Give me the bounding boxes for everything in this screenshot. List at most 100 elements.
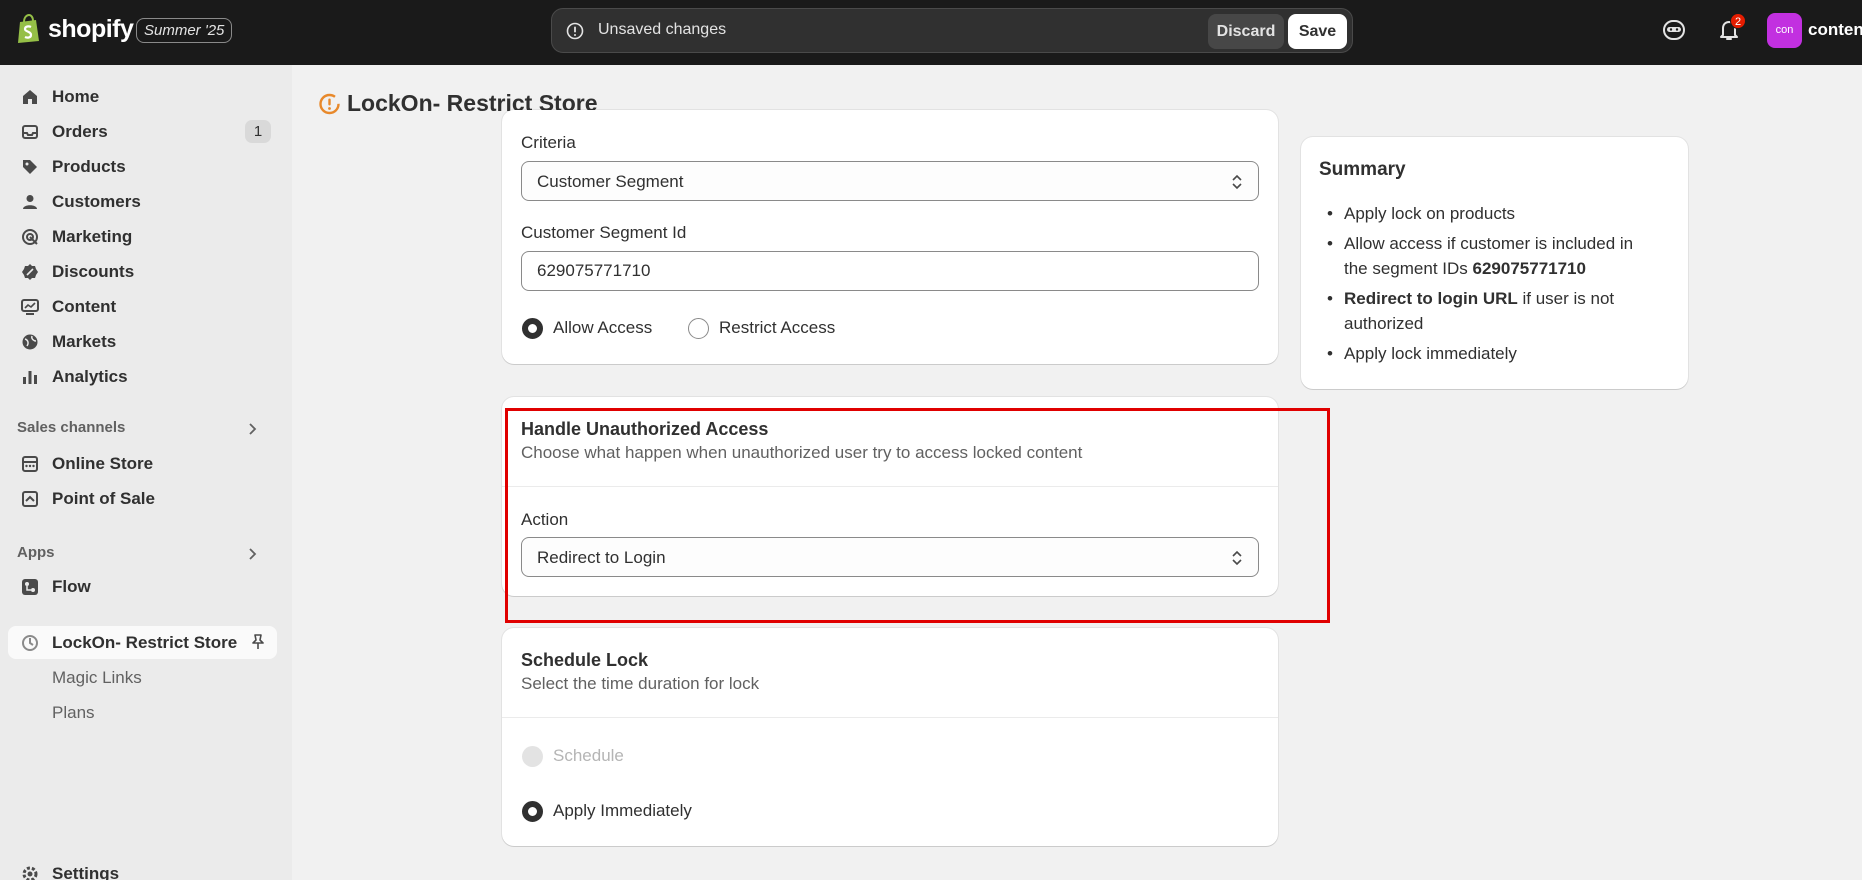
sidebar-item-label: Analytics <box>52 367 128 386</box>
sidebar-item-settings[interactable]: Settings <box>8 857 277 880</box>
tag-icon <box>23 160 37 174</box>
sidebar-item-label: Settings <box>52 864 120 880</box>
select-chevrons-icon <box>1232 174 1242 190</box>
summary-item: Allow access if customer is included in … <box>1319 231 1639 281</box>
sidebar-item-customers[interactable]: Customers <box>8 185 277 218</box>
sidebar-item-discounts[interactable]: Discounts <box>8 255 277 288</box>
criteria-card: Criteria Customer Segment Customer Segme… <box>502 110 1278 364</box>
criteria-label: Criteria <box>521 133 576 152</box>
sidebar-item-label: Point of Sale <box>52 489 155 508</box>
allow-access-radio[interactable] <box>522 318 543 339</box>
chevron-right-icon[interactable] <box>244 421 260 437</box>
summary-item: Apply lock immediately <box>1319 341 1639 366</box>
unauthorized-card-subtitle: Choose what happen when unauthorized use… <box>521 443 1083 462</box>
sidebar: Home Orders 1 Products Customers Marketi… <box>0 65 292 880</box>
notification-badge: 2 <box>1730 13 1746 29</box>
sidebar-item-label: Discounts <box>52 262 135 281</box>
schedule-card-title: Schedule Lock <box>521 650 649 670</box>
action-select[interactable]: Redirect to Login <box>521 537 1259 577</box>
home-icon <box>23 90 37 104</box>
apply-immediately-label[interactable]: Apply Immediately <box>553 801 692 821</box>
lockon-icon <box>22 635 38 651</box>
shopify-logo[interactable]: shopify <box>16 14 134 44</box>
sidebar-item-label: Online Store <box>52 454 154 473</box>
avatar[interactable]: con <box>1767 13 1802 48</box>
brand-name: shopify <box>48 14 134 43</box>
alert-icon <box>566 22 584 40</box>
sidekick-icon[interactable] <box>1661 17 1687 43</box>
schedule-lock-card: Schedule Lock Select the time duration f… <box>502 628 1278 846</box>
discard-button[interactable]: Discard <box>1208 14 1284 49</box>
sidebar-item-content[interactable]: Content <box>8 290 277 323</box>
sidebar-item-label: Products <box>52 157 126 176</box>
sidebar-item-markets[interactable]: Markets <box>8 325 277 358</box>
sidebar-item-label: Markets <box>52 332 117 351</box>
flow-icon <box>22 579 38 595</box>
restrict-access-label[interactable]: Restrict Access <box>719 318 835 338</box>
unauthorized-access-card: Handle Unauthorized Access Choose what h… <box>502 397 1278 596</box>
sidebar-item-label: Customers <box>52 192 141 211</box>
gear-icon <box>22 866 38 880</box>
segment-id-input[interactable] <box>521 251 1259 291</box>
unsaved-changes-text: Unsaved changes <box>598 21 727 38</box>
criteria-select-value: Customer Segment <box>537 172 684 191</box>
sidebar-item-label: Home <box>52 87 100 106</box>
orders-count-badge: 1 <box>245 120 271 143</box>
sidebar-item-lockon[interactable]: LockOn- Restrict Store <box>8 626 277 659</box>
contextual-save-bar: Unsaved changes Discard Save <box>551 8 1353 53</box>
shopify-bag-icon <box>18 14 39 43</box>
sidebar-item-magic-links[interactable]: Magic Links <box>8 661 277 694</box>
top-bar: shopify Summer '25 Unsaved changes Disca… <box>0 0 1862 65</box>
sidebar-item-label: Plans <box>52 703 95 722</box>
sidebar-item-point-of-sale[interactable]: Point of Sale <box>8 482 277 515</box>
orders-icon <box>22 125 38 139</box>
summary-card: Summary Apply lock on products Allow acc… <box>1301 137 1688 389</box>
store-name[interactable]: content <box>1808 20 1862 40</box>
pin-icon[interactable] <box>249 633 267 651</box>
schedule-card-subtitle: Select the time duration for lock <box>521 674 760 693</box>
sidebar-item-label: Orders <box>52 122 108 141</box>
restrict-access-radio[interactable] <box>688 318 709 339</box>
bar-chart-icon <box>23 371 37 384</box>
lockon-app-icon <box>319 93 340 115</box>
sales-channels-title[interactable]: Sales channels <box>17 419 125 436</box>
allow-access-label[interactable]: Allow Access <box>553 318 652 338</box>
edition-badge[interactable]: Summer '25 <box>136 18 233 43</box>
segment-id-label: Customer Segment Id <box>521 223 687 242</box>
sidebar-item-label: Flow <box>52 577 91 596</box>
content-icon <box>21 299 39 315</box>
sidebar-item-orders[interactable]: Orders 1 <box>8 115 277 148</box>
sidebar-item-analytics[interactable]: Analytics <box>8 360 277 393</box>
select-chevrons-icon <box>1232 550 1242 566</box>
action-label: Action <box>521 510 569 529</box>
sidebar-item-flow[interactable]: Flow <box>8 570 277 603</box>
criteria-select[interactable]: Customer Segment <box>521 161 1259 201</box>
sidebar-item-label: LockOn- Restrict Store <box>52 633 238 652</box>
pos-icon <box>22 491 38 507</box>
sidebar-item-label: Content <box>52 297 117 316</box>
apply-immediately-radio[interactable] <box>522 801 543 822</box>
person-icon <box>23 195 37 209</box>
summary-item: Redirect to login URL if user is not aut… <box>1319 286 1639 336</box>
summary-list: Apply lock on products Allow access if c… <box>1319 201 1639 371</box>
sidebar-item-online-store[interactable]: Online Store <box>8 447 277 480</box>
store-icon <box>22 456 38 472</box>
sidebar-item-products[interactable]: Products <box>8 150 277 183</box>
action-select-value: Redirect to Login <box>537 548 666 567</box>
globe-icon <box>22 334 38 350</box>
sidebar-item-label: Marketing <box>52 227 133 246</box>
save-button[interactable]: Save <box>1288 14 1347 49</box>
schedule-radio <box>522 746 543 767</box>
card-divider <box>502 717 1278 718</box>
summary-item: Apply lock on products <box>1319 201 1639 226</box>
apps-title[interactable]: Apps <box>17 544 55 561</box>
schedule-label: Schedule <box>553 746 624 765</box>
card-divider <box>502 486 1278 487</box>
sidebar-item-marketing[interactable]: Marketing <box>8 220 277 253</box>
sidebar-item-plans[interactable]: Plans <box>8 696 277 729</box>
sidebar-item-label: Magic Links <box>52 668 142 687</box>
sidebar-item-home[interactable]: Home <box>8 80 277 113</box>
discount-icon <box>22 264 38 280</box>
chevron-right-icon[interactable] <box>244 546 260 562</box>
summary-title: Summary <box>1319 159 1406 180</box>
